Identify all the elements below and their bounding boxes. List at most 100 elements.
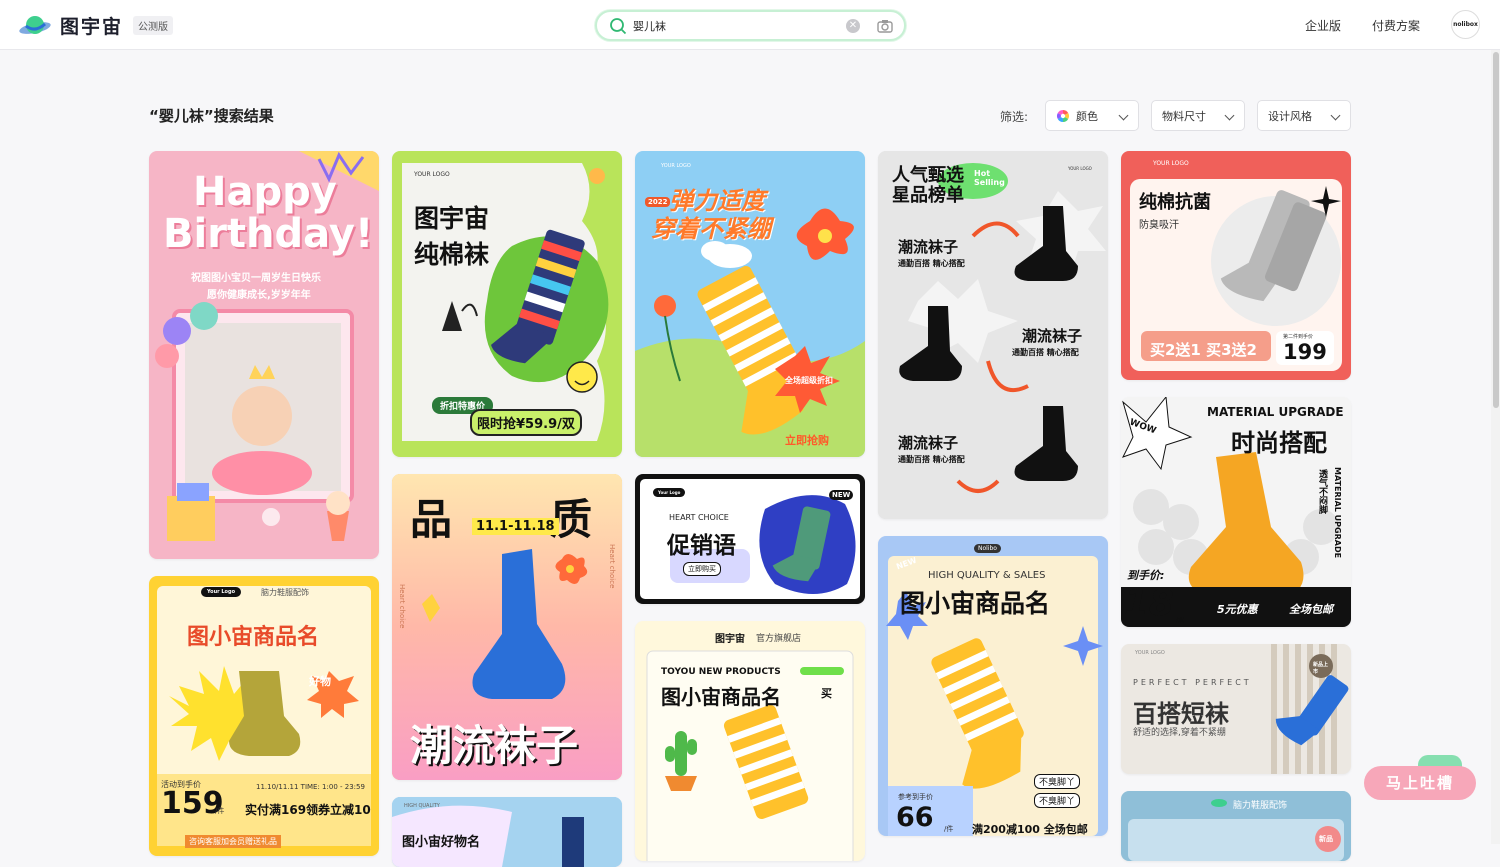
card-category: 脑力鞋服配饰 xyxy=(1233,801,1288,811)
planet-logo-icon xyxy=(19,15,51,34)
card-tag: 不臭脚丫 xyxy=(1034,774,1081,789)
search-icon[interactable] xyxy=(609,17,627,35)
template-card-birthday[interactable]: Happy Birthday! 祝图图小宝贝一周岁生日快乐 愿你健康成长,岁岁年… xyxy=(149,151,379,559)
card-price: 限时抢¥59.9/双 xyxy=(470,409,582,436)
color-filter-dropdown[interactable]: 颜色 xyxy=(1045,100,1139,131)
template-card-antibacterial[interactable]: YOUR LOGO 纯棉抗菌 防臭吸汗 买2送1 买3送2 第二件到手价 199 xyxy=(1121,151,1351,380)
card-buy-badge: 买 xyxy=(821,687,832,700)
card-unit: /件 xyxy=(215,807,225,815)
card-side-text: MATERIAL UPGRADE xyxy=(1333,467,1342,559)
card-headline: 图小宙好物名 xyxy=(402,835,481,850)
template-card-promo[interactable]: Your Logo NEW HEART CHOICE 促销语 立即购买 xyxy=(635,474,865,604)
template-card-quality[interactable]: 品 质 11.1-11.18 潮流袜子 Heart choice Heart c… xyxy=(392,474,622,780)
card-headline-2: 穿着不紧绷 xyxy=(651,215,771,243)
card-subtitle: PERFECT PERFECT xyxy=(1133,678,1252,687)
card-item-sub: 通勤百搭 精心搭配 xyxy=(1012,348,1079,357)
card-headline-2: 质 xyxy=(550,495,593,544)
template-card-blue[interactable]: HIGH QUALITY 图小宙好物名 xyxy=(392,797,622,867)
card-desc: 舒适的选择,穿着不紧绷 xyxy=(1133,728,1226,738)
card-price: 66 xyxy=(896,802,934,833)
card-unit: /双 xyxy=(1176,617,1185,624)
card-headline-2: Birthday! xyxy=(163,211,374,257)
card-subtitle: TOYOU NEW PRODUCTS xyxy=(661,667,781,677)
clear-icon[interactable]: ✕ xyxy=(846,19,860,33)
template-card-fashion[interactable]: MATERIAL UPGRADE 时尚搭配 WOW 透气不闷脚 MATERIAL… xyxy=(1121,397,1351,627)
color-filter-label: 颜色 xyxy=(1076,109,1098,123)
card-cta[interactable]: 立即抢购 xyxy=(785,432,829,448)
app-name: 图宇宙 xyxy=(60,16,124,38)
card-headline: 图小宙商品名 xyxy=(187,625,320,650)
card-illustration xyxy=(886,556,1103,836)
template-card-newproduct[interactable]: 图宇宙 官方旗舰店 TOYOU NEW PRODUCTS 图小宙商品名 买 xyxy=(635,621,865,861)
card-badge: 新品 xyxy=(1319,835,1333,843)
top-bar: 图宇宙 公测版 ✕ 企业版 付费方案 nolibox xyxy=(0,0,1500,50)
template-card-ranking[interactable]: 人气甄选 星品榜单 Hot Selling YOUR LOGO 潮流袜子 通勤百… xyxy=(878,151,1108,519)
card-coupon: 5元优惠 xyxy=(1217,603,1258,616)
template-card-teal[interactable]: 脑力鞋服配饰 新品 xyxy=(1121,791,1351,861)
size-filter-label: 物料尺寸 xyxy=(1162,109,1206,123)
card-label: 参考到手价 xyxy=(898,793,933,801)
style-filter-label: 设计风格 xyxy=(1268,109,1312,123)
card-tag: 好物 xyxy=(309,675,331,688)
card-price: 199 xyxy=(1283,340,1327,364)
card-logo: YOUR LOGO xyxy=(1135,650,1165,656)
scrollbar-thumb[interactable] xyxy=(1493,52,1499,408)
card-burst: 全场超级折扣 xyxy=(785,376,833,385)
beta-badge: 公测版 xyxy=(133,16,174,35)
card-headline: 纯棉抗菌 xyxy=(1139,192,1211,213)
card-text: 愿你健康成长,岁岁年年 xyxy=(207,290,311,301)
card-shipping: 全场包邮 xyxy=(1289,603,1333,616)
card-button[interactable]: 立即购买 xyxy=(683,562,721,576)
card-store: 官方旗舰店 xyxy=(756,634,802,644)
template-card-product[interactable]: Your Logo 脑力鞋服配饰 图小宙商品名 好物 活动到手价 159 /件 … xyxy=(149,576,379,856)
card-subtitle: HIGH QUALITY xyxy=(404,803,440,809)
card-date: 11.1-11.18 xyxy=(472,518,559,535)
template-card-sky[interactable]: YOUR LOGO 2022 弹力适度 穿着不紧绷 全场超级折扣 立即抢购 xyxy=(635,151,865,457)
card-headline: Happy xyxy=(193,169,337,215)
size-filter-dropdown[interactable]: 物料尺寸 xyxy=(1151,100,1245,131)
template-card-green[interactable]: YOUR LOGO 图宇宙 纯棉袜 折扣特惠价 限时抢¥59.9/双 xyxy=(392,151,622,457)
card-deal: 满200减100 全场包邮 xyxy=(972,823,1088,836)
search-input[interactable] xyxy=(633,18,833,34)
card-subtitle: MATERIAL UPGRADE xyxy=(1207,405,1344,419)
pricing-link[interactable]: 付费方案 xyxy=(1372,17,1420,34)
card-unit: /件 xyxy=(944,825,954,833)
card-year: 2022 xyxy=(645,197,671,207)
card-hot-badge: Hot Selling xyxy=(974,169,1005,187)
card-subtitle: HIGH QUALITY & SALES xyxy=(928,570,1046,581)
card-headline: 图小宙商品名 xyxy=(900,589,1051,618)
enterprise-link[interactable]: 企业版 xyxy=(1305,17,1341,34)
template-card-highquality[interactable]: Nolibo NEW HIGH QUALITY & SALES 图小宙商品名 不… xyxy=(878,536,1108,836)
card-headline: 百搭短袜 xyxy=(1133,700,1229,728)
filter-label: 筛选: xyxy=(1000,110,1029,124)
card-footer: 咨询客服加会员赠送礼品 xyxy=(185,835,281,848)
card-side-text: Heart choice xyxy=(608,544,616,589)
app-logo[interactable]: 图宇宙 公测版 xyxy=(18,12,174,39)
card-badge: NEW xyxy=(829,490,854,500)
card-date: 11.10/11.11 TIME: 1:00 - 23:59 xyxy=(256,783,365,791)
card-logo: YOUR LOGO xyxy=(414,171,450,178)
card-logo: Your Logo xyxy=(653,488,686,497)
card-headline-2: 星品榜单 xyxy=(892,185,964,206)
card-brand: 图宇宙 xyxy=(715,634,745,645)
card-item-sub: 通勤百搭 精心搭配 xyxy=(898,455,965,464)
chevron-down-icon xyxy=(1118,110,1129,121)
color-wheel-icon xyxy=(1056,109,1070,122)
card-deal: 实付满169领券立减10 xyxy=(245,803,371,817)
camera-icon[interactable] xyxy=(876,17,894,35)
card-item-title: 潮流袜子 xyxy=(898,434,959,452)
card-headline: 时尚搭配 xyxy=(1231,429,1327,457)
card-tag: 不臭脚丫 xyxy=(1034,793,1081,808)
card-category: 脑力鞋服配饰 xyxy=(261,588,309,597)
card-subtitle: HEART CHOICE xyxy=(669,513,729,522)
card-price: 18 xyxy=(1124,583,1175,624)
style-filter-dropdown[interactable]: 设计风格 xyxy=(1257,100,1351,131)
avatar[interactable]: nolibox xyxy=(1451,10,1480,39)
card-item-title: 潮流袜子 xyxy=(1022,327,1083,345)
card-headline-2: 纯棉袜 xyxy=(414,240,490,269)
card-headline: 品 xyxy=(410,495,453,544)
template-card-perfect[interactable]: YOUR LOGO PERFECT PERFECT 新品上市 百搭短袜 舒适的选… xyxy=(1121,644,1351,774)
results-title: “婴儿袜”搜索结果 xyxy=(149,107,274,125)
feedback-button[interactable]: 马上吐槽 xyxy=(1364,766,1476,800)
card-promo: 买2送1 买3送2 xyxy=(1150,341,1257,359)
